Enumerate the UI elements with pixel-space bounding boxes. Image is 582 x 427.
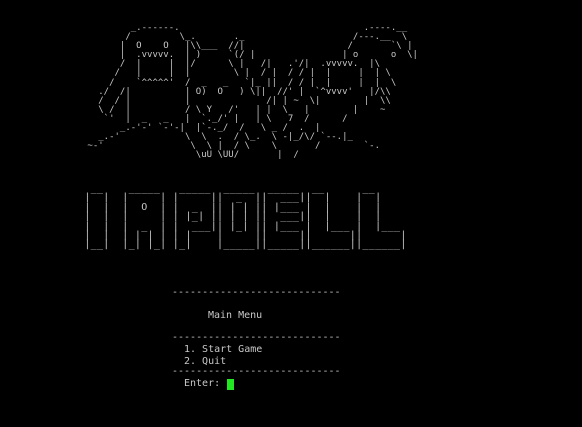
menu-separator-top: ---------------------------- xyxy=(172,287,341,298)
text-cursor[interactable] xyxy=(227,378,235,390)
game-title-ascii-art: __ _____ _____ _____ _____ __ __ | | | |… xyxy=(84,183,407,251)
menu-separator-middle: ---------------------------- xyxy=(172,332,341,343)
menu-separator-bottom: ---------------------------- xyxy=(172,366,341,377)
input-prompt[interactable]: Enter: xyxy=(184,378,235,390)
prompt-label: Enter: xyxy=(184,378,221,389)
menu-title: Main Menu xyxy=(208,310,263,321)
menu-option-start-game[interactable]: 1. Start Game xyxy=(184,344,262,356)
terminal-window: _.------. .----.__ / \_. ._ /---.__ \ | … xyxy=(0,0,582,427)
monsters-ascii-art: _.------. .----.__ / \_. ._ /---.__ \ | … xyxy=(87,23,418,161)
